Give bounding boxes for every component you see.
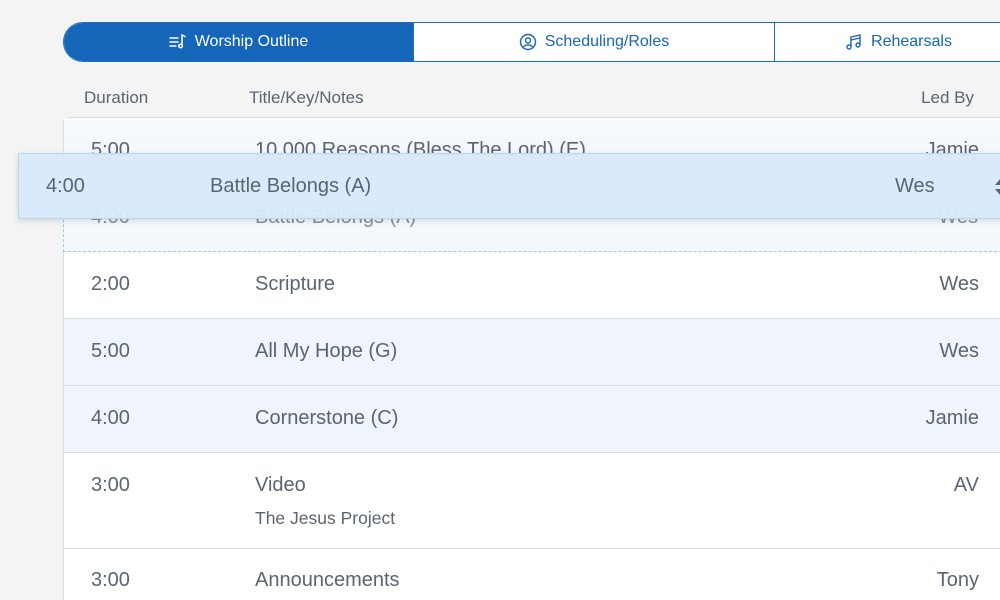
- column-header-led-by: Led By: [921, 88, 974, 107]
- item-led-by: Wes: [895, 175, 935, 197]
- tab-scheduling-roles[interactable]: Scheduling/Roles: [414, 23, 775, 61]
- item-led-by: AV: [953, 474, 979, 496]
- item-led-by: Jamie: [925, 407, 979, 429]
- column-header-title: Title/Key/Notes: [249, 88, 364, 107]
- item-led-by: Wes: [939, 273, 979, 295]
- tab-bar: Worship Outline Scheduling/Roles Rehears…: [63, 22, 1000, 62]
- column-header-duration: Duration: [84, 88, 149, 107]
- music-note-icon: [846, 34, 861, 50]
- item-duration: 3:00: [91, 474, 130, 496]
- item-title: Video: [255, 474, 306, 496]
- item-led-by: Wes: [939, 340, 979, 362]
- dragged-list-item[interactable]: 4:00 Battle Belongs (A) Wes: [18, 153, 1000, 219]
- item-duration: 4:00: [91, 407, 130, 429]
- item-duration: 3:00: [91, 569, 130, 591]
- list-item[interactable]: 5:00 All My Hope (G) Wes: [64, 319, 1000, 386]
- tab-label: Scheduling/Roles: [544, 33, 670, 50]
- item-title: All My Hope (G): [255, 340, 398, 362]
- list-item[interactable]: 3:00 Video The Jesus Project AV: [64, 453, 1000, 549]
- item-title: Cornerstone (C): [255, 407, 399, 429]
- item-title: Announcements: [255, 569, 400, 591]
- item-led-by: Tony: [936, 569, 979, 591]
- drag-handle-icon[interactable]: [992, 176, 1000, 198]
- tab-label: Worship Outline: [194, 33, 309, 50]
- list-item[interactable]: 3:00 Announcements Tony: [64, 549, 1000, 600]
- tab-rehearsals[interactable]: Rehearsals: [775, 23, 1000, 61]
- item-note: The Jesus Project: [255, 508, 396, 528]
- item-duration: 5:00: [91, 340, 130, 362]
- item-duration: 4:00: [46, 175, 85, 197]
- list-music-icon: [168, 34, 186, 49]
- tab-worship-outline[interactable]: Worship Outline: [64, 23, 414, 61]
- item-title: Scripture: [255, 273, 336, 295]
- item-title: Battle Belongs (A): [210, 175, 372, 197]
- user-circle-icon: [519, 33, 536, 51]
- item-duration: 2:00: [91, 273, 130, 295]
- list-item[interactable]: 2:00 Scripture Wes: [64, 252, 1000, 319]
- tab-label: Rehearsals: [871, 33, 952, 50]
- list-item[interactable]: 4:00 Cornerstone (C) Jamie: [64, 386, 1000, 453]
